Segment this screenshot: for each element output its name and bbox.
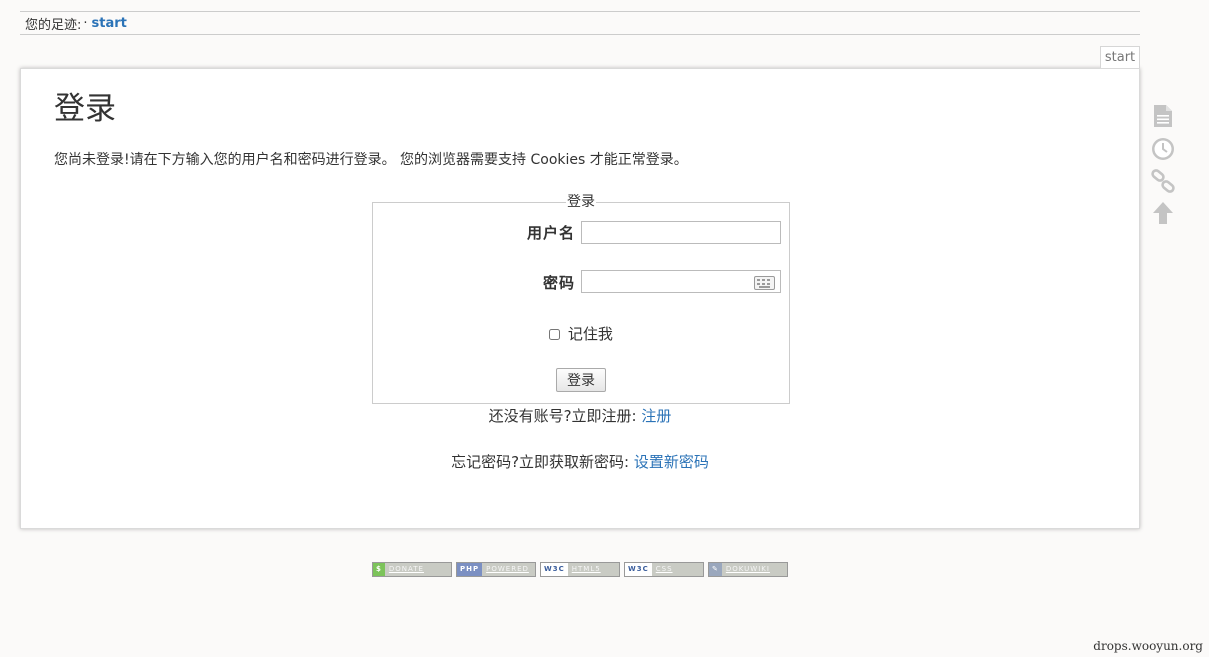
main-content: 登录 您尚未登录!请在下方输入您的用户名和密码进行登录。 您的浏览器需要支持 C… (20, 68, 1140, 529)
breadcrumb-separator: · (83, 15, 88, 31)
backlinks-icon[interactable] (1151, 169, 1175, 193)
remember-me-row: 记住我 (373, 323, 789, 344)
virtual-keyboard-icon[interactable] (754, 276, 775, 290)
login-legend: 登录 (566, 194, 596, 210)
register-hint-text: 还没有账号?立即注册: (488, 407, 637, 425)
breadcrumb: 您的足迹: · start (20, 11, 1140, 35)
reset-password-hint-text: 忘记密码?立即获取新密码: (451, 453, 630, 471)
reset-password-link[interactable]: 设置新密码 (634, 453, 709, 471)
w3c-html5-badge[interactable]: W3C HTML5 (540, 562, 620, 577)
register-hint: 还没有账号?立即注册: 注册 (21, 405, 1139, 426)
donate-badge[interactable]: $ DONATE (372, 562, 452, 577)
remember-me-checkbox[interactable] (549, 329, 561, 340)
remember-me-label[interactable]: 记住我 (568, 325, 613, 343)
dokuwiki-logo-icon: ✎ (709, 563, 722, 576)
username-input[interactable] (581, 221, 781, 244)
back-to-top-icon[interactable] (1151, 201, 1175, 225)
login-intro-text: 您尚未登录!请在下方输入您的用户名和密码进行登录。 您的浏览器需要支持 Cook… (54, 152, 688, 168)
history-icon[interactable] (1151, 137, 1175, 161)
dokuwiki-badge[interactable]: ✎ DOKUWIKI (708, 562, 788, 577)
breadcrumb-link-start[interactable]: start (92, 16, 127, 31)
watermark: drops.wooyun.org (1093, 639, 1203, 653)
username-label: 用户名 (526, 224, 575, 242)
breadcrumb-label: 您的足迹: (25, 17, 82, 33)
page-title: 登录 (54, 91, 116, 127)
register-link[interactable]: 注册 (641, 407, 671, 425)
reset-password-hint: 忘记密码?立即获取新密码: 设置新密码 (21, 451, 1139, 472)
password-input[interactable] (581, 270, 781, 293)
login-fieldset: 登录 用户名 密码 记住我 登录 (372, 194, 790, 404)
password-label: 密码 (542, 274, 575, 292)
login-button[interactable]: 登录 (556, 368, 606, 392)
w3c-css-badge[interactable]: W3C CSS (624, 562, 704, 577)
page-icon[interactable] (1151, 104, 1175, 128)
page-id-tab: start (1100, 46, 1140, 68)
php-powered-badge[interactable]: PHP POWERED (456, 562, 536, 577)
